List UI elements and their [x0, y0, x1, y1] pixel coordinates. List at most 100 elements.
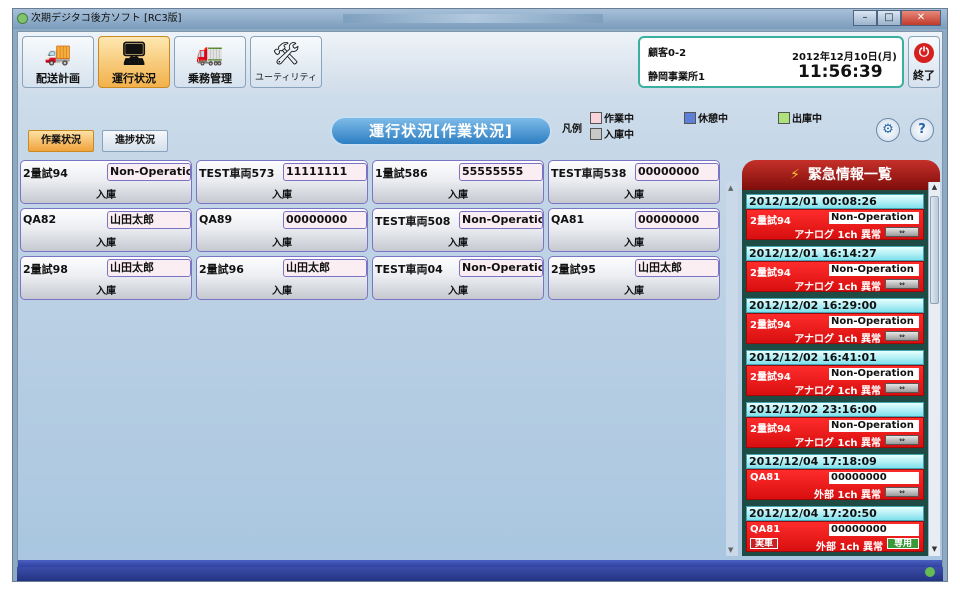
vehicle-card[interactable]: TEST車両573 11111111 入庫: [196, 160, 368, 204]
utility-button[interactable]: 🛠 ユーティリティ: [250, 36, 322, 88]
scroll-up-icon[interactable]: ▲: [930, 183, 939, 193]
minimize-icon[interactable]: –: [853, 10, 877, 26]
vehicle-name: QA82: [23, 213, 57, 226]
emergency-type: アナログ 1ch 異常: [794, 386, 881, 397]
emergency-datetime: 2012/12/02 16:29:00: [746, 298, 924, 313]
emergency-vehicle: QA81: [750, 472, 781, 483]
vehicle-card[interactable]: QA89 00000000 入庫: [196, 208, 368, 252]
emergency-vehicle: 2量試94: [750, 320, 791, 331]
maximize-icon[interactable]: □: [877, 10, 901, 26]
vehicle-card[interactable]: TEST車両538 00000000 入庫: [548, 160, 720, 204]
tab-sagyou[interactable]: 作業状況: [28, 130, 94, 152]
settings-icon[interactable]: ⚙: [876, 118, 900, 142]
emergency-datetime: 2012/12/04 17:20:50: [746, 506, 924, 521]
vehicle-name: 2量試94: [23, 167, 68, 180]
tab-shinchoku[interactable]: 進捗状況: [102, 130, 168, 152]
emergency-type: アナログ 1ch 異常: [794, 230, 881, 241]
detail-icon[interactable]: ⇔: [885, 487, 919, 497]
emergency-body: 2量試94 Non-Operation アナログ 1ch 異常 ⇔: [746, 365, 924, 397]
detail-icon[interactable]: ⇔: [885, 383, 919, 393]
help-icon[interactable]: ?: [910, 118, 934, 142]
driver-name: 00000000: [635, 163, 719, 181]
vehicle-card[interactable]: 2量試96 山田太郎 入庫: [196, 256, 368, 300]
office-label: 静岡事業所1: [648, 72, 705, 83]
vehicle-card[interactable]: 2量試95 山田太郎 入庫: [548, 256, 720, 300]
emergency-list: 2012/12/01 00:08:26 2量試94 Non-Operation アナ…: [742, 190, 940, 556]
emergency-datetime: 2012/12/01 00:08:26: [746, 194, 924, 209]
status-orb-icon: [925, 567, 935, 577]
legend-swatch-icon: [590, 128, 602, 140]
time-label: 11:56:39: [798, 62, 883, 82]
date-label: 2012年12月10日(月): [792, 52, 897, 63]
emergency-operator: 00000000: [829, 524, 919, 536]
driver-name: 山田太郎: [635, 259, 719, 277]
main-scrollbar[interactable]: ▲ ▼: [726, 182, 738, 556]
lightning-icon: ⚡: [790, 167, 800, 183]
emergency-item[interactable]: 2012/12/04 17:18:09 QA81 00000000 外部 1ch 異…: [746, 454, 924, 501]
emergency-item[interactable]: 2012/12/04 17:20:50 QA81 00000000 実車 外部 1ch…: [746, 506, 924, 553]
emergency-item[interactable]: 2012/12/02 16:41:01 2量試94 Non-Operation アナ…: [746, 350, 924, 397]
driver-name: 11111111: [283, 163, 367, 181]
driver-name: Non-Operation: [459, 211, 543, 229]
emergency-item[interactable]: 2012/12/01 00:08:26 2量試94 Non-Operation アナ…: [746, 194, 924, 241]
emergency-datetime: 2012/12/01 16:14:27: [746, 246, 924, 261]
emergency-type: 外部 1ch 異常: [814, 490, 881, 501]
emergency-body: 2量試94 Non-Operation アナログ 1ch 異常 ⇔: [746, 261, 924, 293]
emergency-vehicle: 2量試94: [750, 424, 791, 435]
emergency-operator: Non-Operation: [829, 420, 919, 432]
vehicle-status: 入庫: [448, 286, 468, 297]
vehicle-name: 2量試96: [199, 263, 244, 276]
vehicle-card[interactable]: QA81 00000000 入庫: [548, 208, 720, 252]
status-badge: 実車: [750, 538, 778, 549]
emergency-body: 2量試94 Non-Operation アナログ 1ch 異常 ⇔: [746, 417, 924, 449]
scroll-thumb[interactable]: [930, 196, 939, 304]
emergency-operator: Non-Operation: [829, 316, 919, 328]
emergency-operator: Non-Operation: [829, 212, 919, 224]
detail-icon[interactable]: ⇔: [885, 435, 919, 445]
emergency-scrollbar[interactable]: ▲ ▼: [928, 182, 940, 556]
vehicle-status: 入庫: [272, 190, 292, 201]
haisou-button[interactable]: 🚚 配送計画: [22, 36, 94, 88]
vehicle-name: QA89: [199, 213, 233, 226]
jomu-label: 乗務管理: [188, 72, 232, 85]
vehicle-card[interactable]: 2量試94 Non-Operation 入庫: [20, 160, 192, 204]
emergency-item[interactable]: 2012/12/01 16:14:27 2量試94 Non-Operation アナ…: [746, 246, 924, 293]
emergency-operator: 00000000: [829, 472, 919, 484]
monitor-icon: 🖥: [120, 42, 148, 67]
crew-icon: 🚛: [196, 42, 224, 67]
vehicle-card[interactable]: TEST車両04 Non-Operation 入庫: [372, 256, 544, 300]
exit-button[interactable]: ⏻ 終了: [908, 36, 940, 88]
emergency-datetime: 2012/12/04 17:18:09: [746, 454, 924, 469]
exit-label: 終了: [913, 69, 935, 82]
driver-name: Non-Operation: [107, 163, 191, 181]
vehicle-card[interactable]: QA82 山田太郎 入庫: [20, 208, 192, 252]
emergency-vehicle: 2量試94: [750, 372, 791, 383]
vehicle-name: 2量試95: [551, 263, 596, 276]
truck-schedule-icon: 🚚: [44, 42, 72, 67]
scroll-down-icon[interactable]: ▼: [728, 546, 733, 554]
vehicle-status: 入庫: [624, 238, 644, 249]
unkou-button[interactable]: 🖥 運行状況: [98, 36, 170, 88]
scroll-down-icon[interactable]: ▼: [930, 545, 939, 555]
vehicle-card[interactable]: 2量試98 山田太郎 入庫: [20, 256, 192, 300]
vehicle-name: TEST車両508: [375, 215, 451, 228]
emergency-type: 外部 1ch 異常: [816, 542, 883, 553]
emergency-item[interactable]: 2012/12/02 16:29:00 2量試94 Non-Operation アナ…: [746, 298, 924, 345]
driver-name: 00000000: [635, 211, 719, 229]
close-icon[interactable]: ✕: [901, 10, 941, 26]
emergency-datetime: 2012/12/02 23:16:00: [746, 402, 924, 417]
emergency-operator: Non-Operation: [829, 368, 919, 380]
detail-icon[interactable]: ⇔: [885, 331, 919, 341]
legend-out: 出庫中: [778, 112, 822, 126]
jomu-button[interactable]: 🚛 乗務管理: [174, 36, 246, 88]
vehicle-card[interactable]: 1量試586 55555555 入庫: [372, 160, 544, 204]
vehicle-card[interactable]: TEST車両508 Non-Operation 入庫: [372, 208, 544, 252]
vehicle-status: 入庫: [448, 190, 468, 201]
emergency-item[interactable]: 2012/12/02 23:16:00 2量試94 Non-Operation アナ…: [746, 402, 924, 449]
scroll-up-icon[interactable]: ▲: [728, 184, 733, 192]
vehicle-status: 入庫: [272, 238, 292, 249]
driver-name: 00000000: [283, 211, 367, 229]
detail-icon[interactable]: ⇔: [885, 227, 919, 237]
emergency-vehicle: 2量試94: [750, 216, 791, 227]
detail-icon[interactable]: ⇔: [885, 279, 919, 289]
